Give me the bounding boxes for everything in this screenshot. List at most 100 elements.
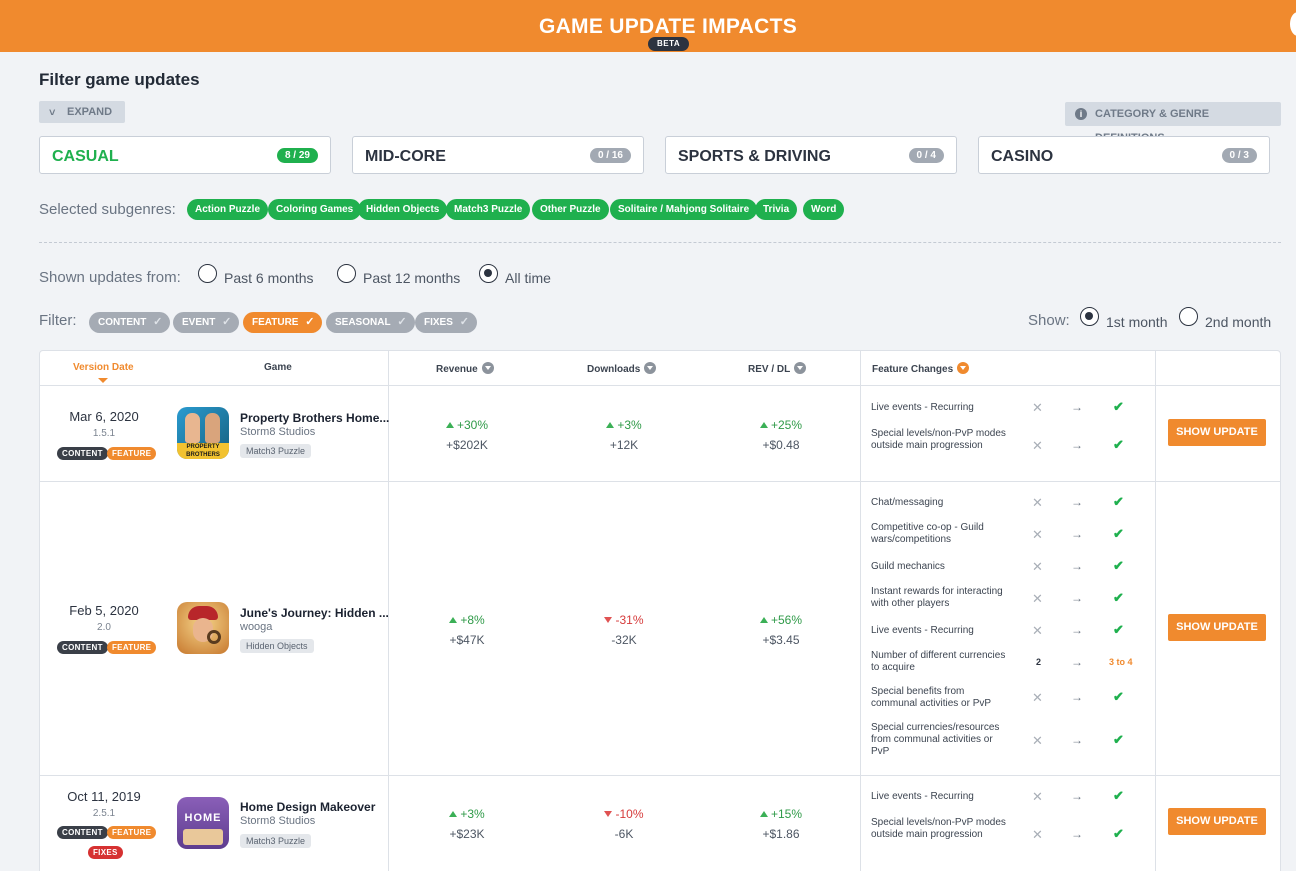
filter-icon[interactable] [644, 362, 657, 374]
show-update-button[interactable]: SHOW UPDATE [1168, 419, 1266, 446]
header-downloads[interactable]: Downloads [587, 362, 657, 375]
tag-content: CONTENT [57, 641, 108, 654]
show-month-label: Show: [1028, 312, 1070, 329]
check-icon: ✓ [397, 316, 407, 328]
radio-1st-month[interactable] [1080, 307, 1099, 326]
category-name: CASINO [991, 148, 1054, 165]
downloads-abs: -6K [614, 827, 634, 841]
downloads-pct: +3% [574, 418, 674, 432]
subgenre-pill[interactable]: Action Puzzle [187, 199, 269, 220]
game-name[interactable]: June's Journey: Hidden ... [240, 606, 389, 620]
downloads-pct: -10% [574, 807, 674, 821]
cross-icon: ✕ [1032, 400, 1043, 415]
downloads-metric: -10% -6K [574, 807, 674, 841]
game-icon[interactable] [177, 602, 229, 654]
version-number: 2.0 [97, 622, 111, 633]
filter-tag-seasonal[interactable]: SEASONAL ✓ [326, 312, 415, 333]
developer-name: wooga [240, 621, 273, 633]
cross-icon: ✕ [1032, 789, 1043, 804]
feature-change-label: Live events - Recurring [871, 791, 974, 802]
filter-tag-feature[interactable]: FEATURE ✓ [243, 312, 323, 333]
expand-label: EXPAND [67, 106, 113, 118]
feature-change-label: Chat/messaging [871, 497, 944, 508]
arrow-right-icon: → [1071, 655, 1083, 669]
filter-icon[interactable] [957, 362, 970, 374]
filter-icon[interactable] [794, 362, 807, 374]
cross-icon: ✕ [1032, 527, 1043, 542]
subgenre-pill[interactable]: Other Puzzle [532, 199, 609, 220]
subgenre-pill[interactable]: Coloring Games [268, 199, 362, 220]
radio-past-12-months[interactable] [337, 264, 356, 283]
category-count: 0 / 3 [1221, 148, 1257, 163]
pct-value: +3% [617, 418, 642, 432]
up-arrow-icon [445, 422, 454, 428]
filter-tag-fixes[interactable]: FIXES ✓ [415, 312, 477, 333]
game-icon[interactable]: HOME [177, 797, 229, 849]
show-update-button[interactable]: SHOW UPDATE [1168, 614, 1266, 641]
game-name[interactable]: Property Brothers Home... [240, 411, 389, 425]
up-arrow-icon [759, 811, 768, 817]
header-version-date[interactable]: Version Date [73, 362, 134, 373]
pct-value: +8% [460, 613, 485, 627]
up-arrow-icon [606, 422, 615, 428]
category-sports-driving[interactable]: SPORTS & DRIVING 0 / 4 [665, 136, 957, 174]
subgenre-pill[interactable]: Solitaire / Mahjong Solitaire [610, 199, 758, 220]
category-definitions-button[interactable]: i CATEGORY & GENRE DEFINITIONS [1065, 102, 1281, 144]
category-name: SPORTS & DRIVING [678, 148, 831, 165]
filter-tag-content[interactable]: CONTENT ✓ [89, 312, 171, 333]
tag-feature: FEATURE [107, 447, 157, 460]
subgenre-badge: Match3 Puzzle [240, 834, 312, 848]
tag-content: CONTENT [57, 826, 108, 839]
header-rev-dl[interactable]: REV / DL [748, 362, 807, 375]
radio-all-time[interactable] [479, 264, 498, 283]
game-logo-text: PROPERTY BROTHERS [177, 443, 229, 459]
updates-table: Version Date Game Revenue Downloads REV … [39, 350, 1281, 871]
subgenre-pill[interactable]: Match3 Puzzle [446, 199, 531, 220]
check-icon: ✔ [1113, 622, 1124, 637]
expand-button[interactable]: ˅ EXPAND [39, 101, 125, 123]
row-divider [40, 481, 1280, 482]
revenue-pct: +8% [417, 613, 517, 627]
revenue-metric: +3% +$23K [417, 807, 517, 841]
pct-value: +30% [456, 418, 489, 432]
subgenre-badge: Hidden Objects [240, 639, 314, 653]
arrow-right-icon: → [1071, 733, 1083, 747]
cross-icon: ✕ [1032, 559, 1043, 574]
game-name[interactable]: Home Design Makeover [240, 800, 375, 814]
category-casino[interactable]: CASINO 0 / 3 [978, 136, 1270, 174]
subgenre-pill[interactable]: Word [803, 199, 845, 220]
cross-icon: ✕ [1032, 690, 1043, 705]
header-game: Game [264, 362, 292, 373]
sofa-icon [183, 829, 223, 845]
filter-tag-event[interactable]: EVENT ✓ [173, 312, 240, 333]
feature-change-label: Special levels/non-PvP modes outside mai… [871, 817, 1006, 840]
header-revenue[interactable]: Revenue [436, 362, 494, 375]
feature-change-label: Special currencies/resources from commun… [871, 722, 1000, 757]
arrow-right-icon: → [1071, 789, 1083, 803]
revenue-metric: +8% +$47K [417, 613, 517, 647]
radio-past-6-months[interactable] [198, 264, 217, 283]
rev-dl-metric: +15% +$1.86 [731, 807, 831, 841]
version-number: 1.5.1 [92, 428, 116, 439]
category-mid-core[interactable]: MID-CORE 0 / 16 [352, 136, 644, 174]
filter-icon[interactable] [481, 362, 494, 374]
arrow-right-icon: → [1071, 827, 1083, 841]
rev-dl-metric: +56% +$3.45 [731, 613, 831, 647]
cross-icon: ✕ [1032, 623, 1043, 638]
check-icon: ✔ [1113, 437, 1124, 452]
tag-content: CONTENT [57, 447, 108, 460]
version-number: 2.5.1 [92, 808, 116, 819]
subgenre-pill[interactable]: Hidden Objects [358, 199, 448, 220]
show-update-button[interactable]: SHOW UPDATE [1168, 808, 1266, 835]
game-icon[interactable]: PROPERTY BROTHERS [177, 407, 229, 459]
pct-value: +15% [770, 807, 803, 821]
tag-feature: FEATURE [107, 826, 157, 839]
subgenre-pill[interactable]: Trivia [755, 199, 798, 220]
arrow-right-icon: → [1071, 438, 1083, 452]
category-casual[interactable]: CASUAL 8 / 29 [39, 136, 331, 174]
feature-change-label: Special benefits from communal activitie… [871, 686, 992, 709]
header-feature-changes[interactable]: Feature Changes [872, 362, 970, 375]
check-icon: ✓ [222, 316, 232, 328]
check-icon: ✔ [1113, 788, 1124, 803]
radio-2nd-month[interactable] [1179, 307, 1198, 326]
